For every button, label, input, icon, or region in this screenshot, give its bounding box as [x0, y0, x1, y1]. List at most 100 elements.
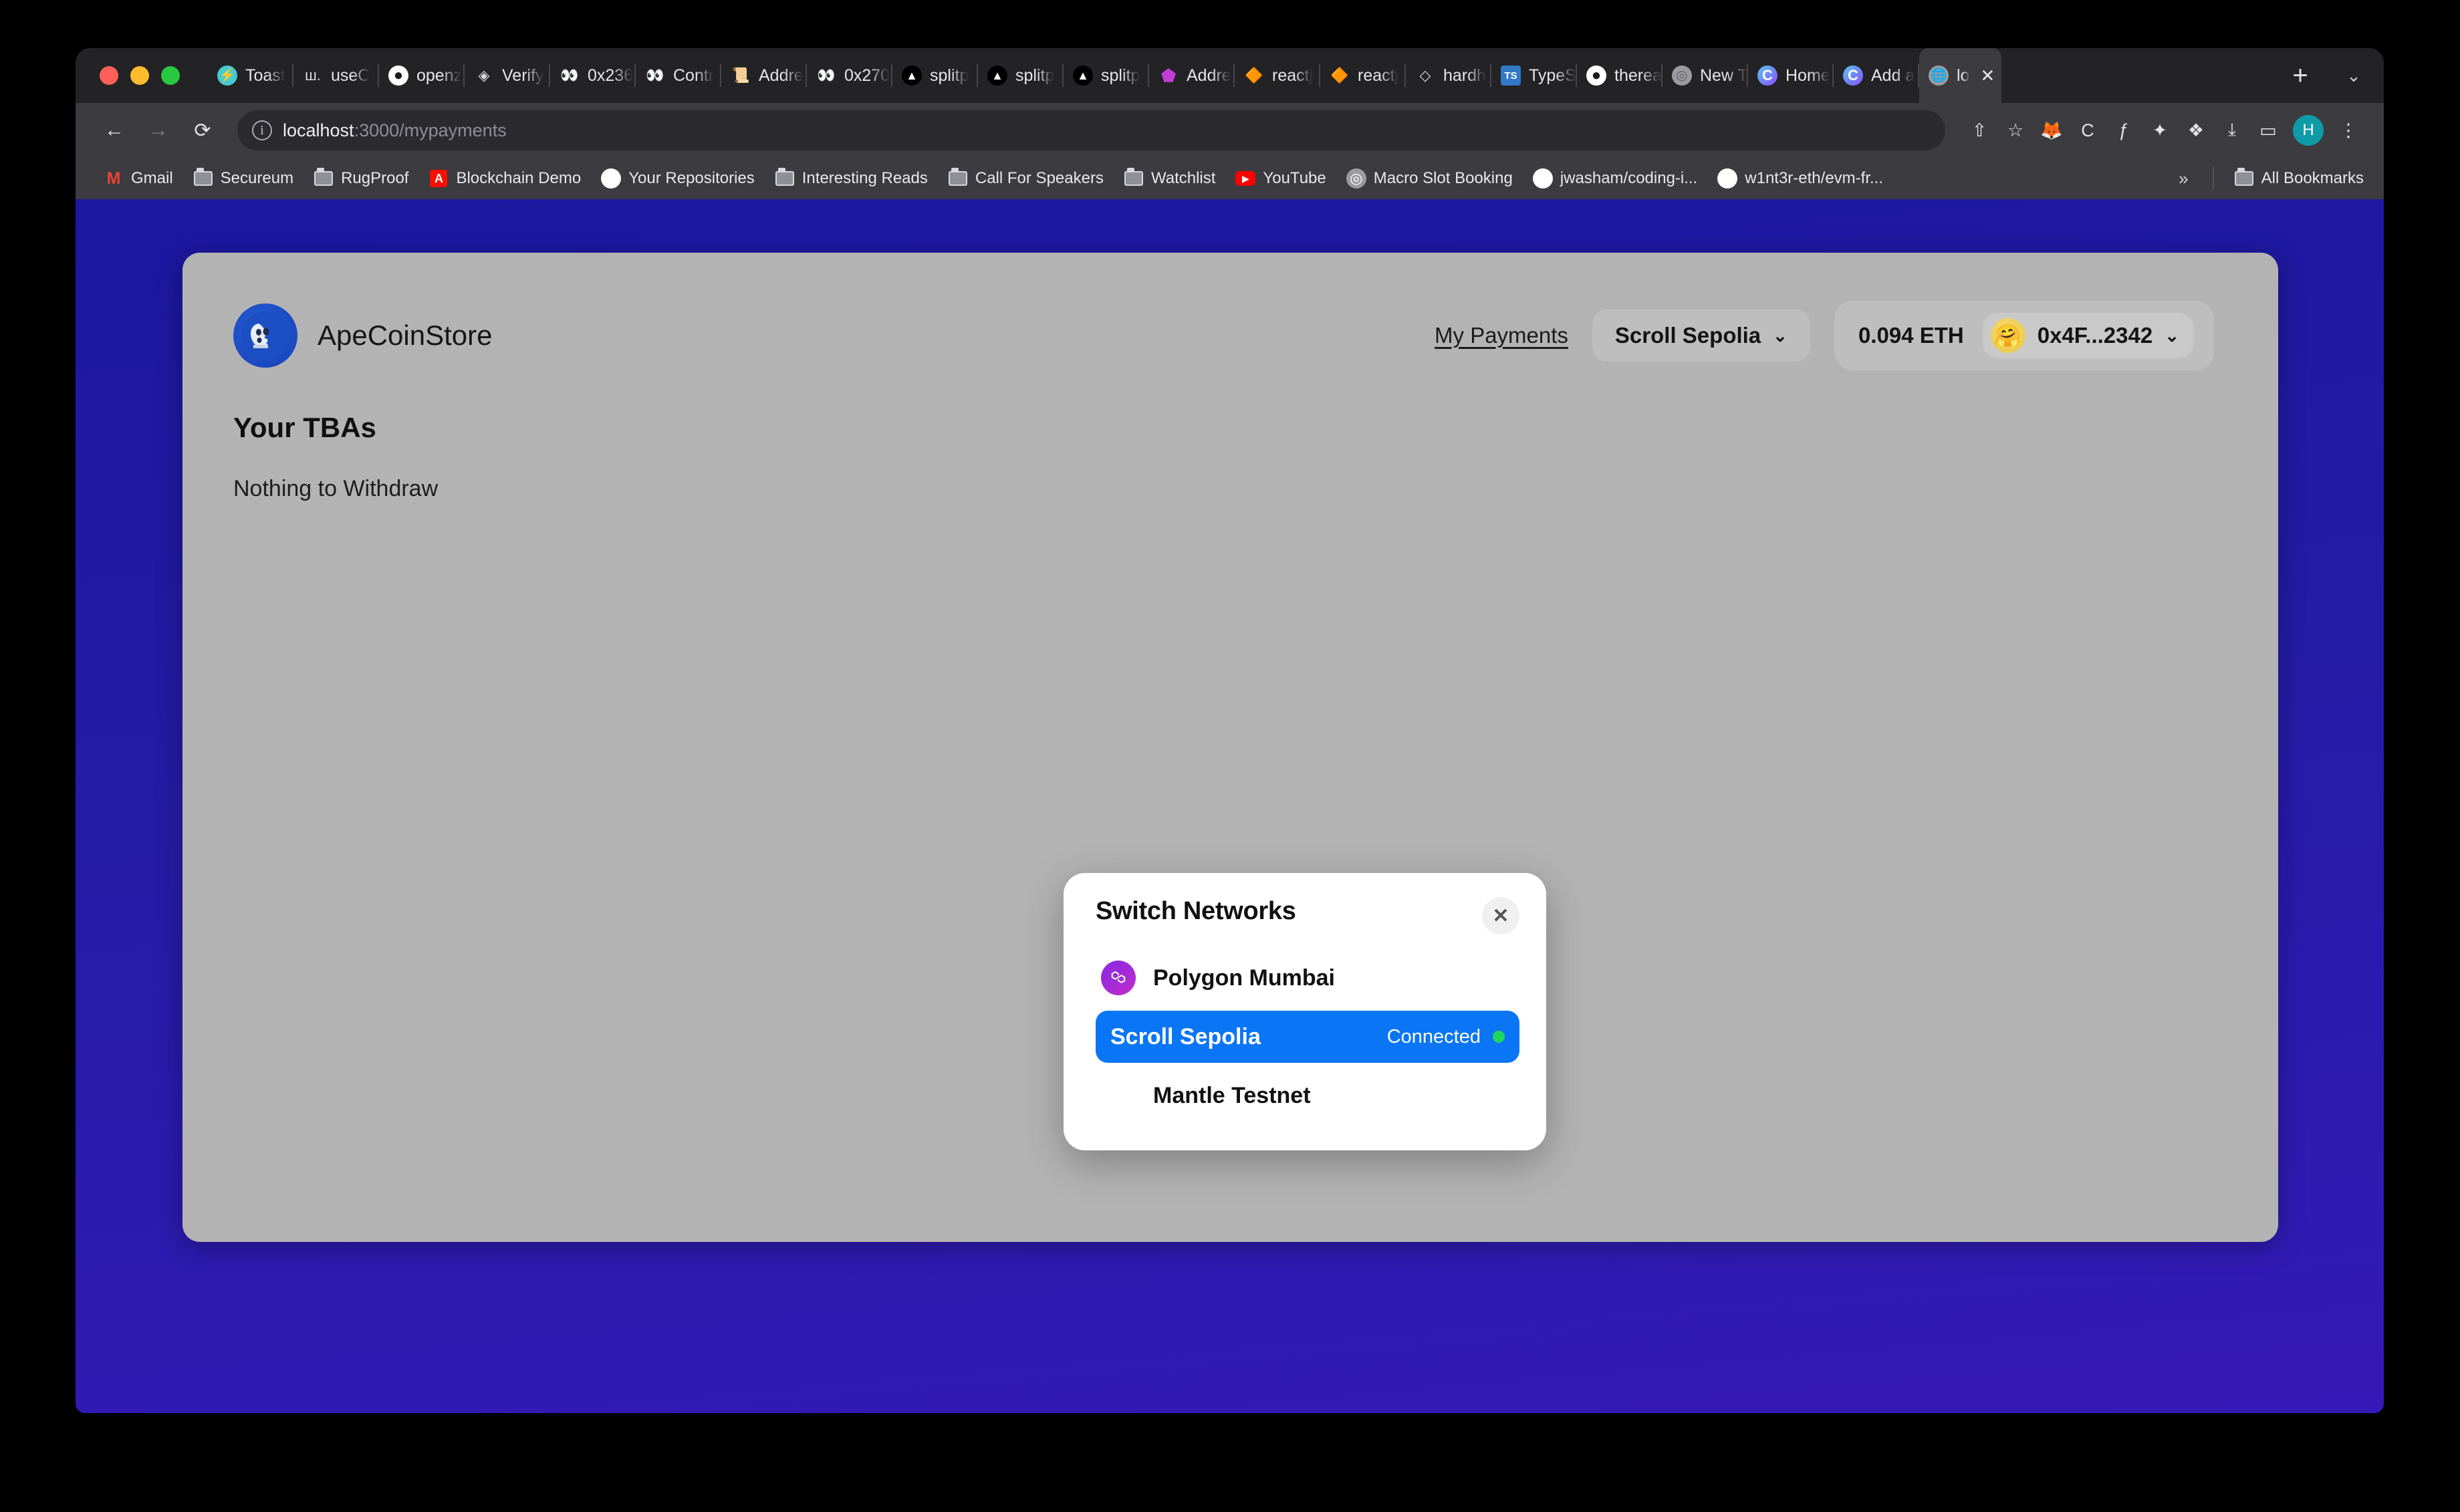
- globe-icon: ◎: [1346, 168, 1366, 188]
- share-icon[interactable]: ⇧: [1961, 112, 1997, 148]
- browser-tab[interactable]: 🔶 reactj: [1320, 48, 1406, 103]
- adobe-icon: A: [428, 168, 449, 188]
- reload-button[interactable]: ⟳: [184, 112, 221, 149]
- tab-title: Contr: [673, 66, 715, 85]
- bookmark-item[interactable]: Call For Speakers: [940, 164, 1112, 193]
- divider: [2212, 167, 2214, 190]
- wallet-button[interactable]: 0.094 ETH 🤗 0x4F...2342 ⌄: [1834, 301, 2214, 370]
- site-info-icon[interactable]: i: [252, 120, 272, 140]
- bookmark-item[interactable]: Secureum: [185, 164, 301, 193]
- browser-tab[interactable]: ▲ splitp: [1064, 48, 1149, 103]
- tab-search-chevron-icon[interactable]: ⌄: [2324, 48, 2384, 103]
- browser-tab[interactable]: ▲ splitp: [978, 48, 1064, 103]
- tab-title: TypeS: [1529, 66, 1576, 85]
- bookmark-item[interactable]: A Blockchain Demo: [420, 164, 589, 193]
- network-icon-placeholder: [1101, 1078, 1136, 1113]
- bookmark-item[interactable]: RugProof: [305, 164, 416, 193]
- bookmark-label: Your Repositories: [628, 169, 755, 187]
- bookmark-label: Interesting Reads: [802, 169, 928, 187]
- forward-button[interactable]: →: [140, 112, 177, 149]
- wallet-balance: 0.094 ETH: [1858, 323, 1964, 348]
- all-bookmarks-button[interactable]: All Bookmarks: [2226, 164, 2372, 193]
- downloads-icon[interactable]: ⤓: [2214, 112, 2250, 148]
- tab-title: therea: [1614, 66, 1662, 85]
- browser-tab[interactable]: 👀 Contr: [636, 48, 721, 103]
- coinbase-wallet-icon[interactable]: C: [2070, 112, 2106, 148]
- new-tab-button[interactable]: +: [2277, 48, 2324, 103]
- tab-title: hardh: [1443, 66, 1486, 85]
- bookmark-item[interactable]: M Gmail: [96, 164, 181, 193]
- close-window-button[interactable]: [100, 66, 118, 85]
- coinbase-icon: C: [1843, 66, 1863, 86]
- scroll-icon: 📜: [731, 67, 750, 84]
- blockscout-icon: 👀: [817, 67, 836, 84]
- metamask-icon[interactable]: 🦊: [2034, 112, 2070, 148]
- browser-tab[interactable]: 🌐 lo ✕: [1919, 48, 2002, 103]
- browser-tab[interactable]: 👀 0x236: [550, 48, 636, 103]
- folder-icon: [1124, 168, 1144, 188]
- bookmark-item[interactable]: ● Your Repositories: [593, 164, 763, 193]
- close-tab-icon[interactable]: ✕: [1980, 66, 1995, 86]
- back-button[interactable]: ←: [96, 112, 133, 149]
- my-payments-link[interactable]: My Payments: [1435, 323, 1568, 348]
- header-actions: My Payments Scroll Sepolia ⌄ 0.094 ETH 🤗…: [1435, 301, 2214, 370]
- tab-title: Verify: [502, 66, 544, 85]
- minimize-window-button[interactable]: [130, 66, 149, 85]
- browser-tab[interactable]: ◇ hardh: [1406, 48, 1491, 103]
- browser-tab[interactable]: ⚡ Toast: [208, 48, 293, 103]
- tab-title: 0x270: [844, 66, 890, 85]
- status-label: Connected: [1386, 1025, 1481, 1047]
- hardhat-icon: ◇: [1419, 67, 1431, 84]
- profile-avatar[interactable]: H: [2293, 115, 2324, 146]
- browser-tab[interactable]: 📜 Addre: [721, 48, 807, 103]
- empty-state-message: Nothing to Withdraw: [233, 476, 439, 501]
- network-option[interactable]: Polygon Mumbai: [1096, 952, 1519, 1004]
- chrome-menu-icon[interactable]: ⋮: [2330, 112, 2366, 148]
- browser-tab[interactable]: TS TypeS: [1491, 48, 1577, 103]
- brand[interactable]: ApeCoinStore: [233, 303, 493, 368]
- status-badge: Connected: [1387, 1026, 1505, 1048]
- extensions-puzzle-icon[interactable]: ❖: [2178, 112, 2214, 148]
- bookmark-item[interactable]: Watchlist: [1116, 164, 1223, 193]
- close-icon[interactable]: ✕: [1482, 897, 1519, 934]
- browser-tab[interactable]: ◎ New T: [1663, 48, 1748, 103]
- browser-toolbar: ← → ⟳ i localhost:3000/mypayments ⇧ ☆ 🦊 Cƒ ✦…: [76, 103, 2384, 158]
- connected-dot-icon: [1493, 1031, 1505, 1043]
- browser-tab[interactable]: 👀 0x270: [807, 48, 892, 103]
- tab-title: Addre: [1187, 66, 1231, 85]
- side-panel-icon[interactable]: ▭: [2250, 112, 2286, 148]
- network-option[interactable]: Mantle Testnet: [1096, 1069, 1519, 1122]
- bookmark-item[interactable]: ◎ Macro Slot Booking: [1338, 164, 1521, 193]
- tab-title: Addre: [759, 66, 804, 85]
- browser-tab[interactable]: ▲ splitp: [892, 48, 978, 103]
- browser-tab[interactable]: 🔶 reactj: [1235, 48, 1320, 103]
- bookmark-label: jwasham/coding-i...: [1560, 169, 1698, 187]
- fonts-icon[interactable]: ƒ: [2106, 112, 2142, 148]
- network-name: Scroll Sepolia: [1110, 1023, 1261, 1049]
- tab-list: ⚡ Toast ш. useC ● openz ◈ Verify 👀 0x236 👀 Contr 📜 Ad…: [208, 48, 2277, 103]
- browser-tab[interactable]: C Home: [1748, 48, 1834, 103]
- bookmark-item[interactable]: ▶ YouTube: [1227, 164, 1334, 193]
- toolbar-icon-group: ⇧ ☆ 🦊 Cƒ ✦ ❖ ⤓ ▭: [1961, 112, 2286, 148]
- network-option[interactable]: Scroll Sepolia Connected: [1096, 1011, 1519, 1063]
- folder-icon: [2234, 168, 2254, 188]
- browser-tab[interactable]: ⬟ Addre: [1149, 48, 1235, 103]
- zoom-window-button[interactable]: [161, 66, 180, 85]
- bookmark-item[interactable]: ● jwasham/coding-i...: [1525, 164, 1705, 193]
- wallet-address-chip[interactable]: 🤗 0x4F...2342 ⌄: [1982, 313, 2194, 358]
- bookmarks-overflow-icon[interactable]: »: [2167, 168, 2200, 189]
- browser-tab[interactable]: ш. useC: [293, 48, 379, 103]
- browser-tab[interactable]: ● therea: [1577, 48, 1663, 103]
- bookmarks-bar: M Gmail Secureum RugProof A Blockchain Demo ● Y…: [76, 158, 2384, 199]
- bookmark-star-icon[interactable]: ☆: [1997, 112, 2034, 148]
- browser-tab[interactable]: ● openz: [379, 48, 465, 103]
- network-switcher-button[interactable]: Scroll Sepolia ⌄: [1592, 309, 1810, 362]
- bookmark-item[interactable]: Interesting Reads: [767, 164, 936, 193]
- bookmark-label: Macro Slot Booking: [1373, 169, 1513, 187]
- tab-title: 0x236: [588, 66, 634, 85]
- browser-tab[interactable]: ◈ Verify: [465, 48, 550, 103]
- browser-tab[interactable]: C Add a: [1834, 48, 1919, 103]
- bookmark-item[interactable]: ● w1nt3r-eth/evm-fr...: [1709, 164, 1891, 193]
- address-bar[interactable]: i localhost:3000/mypayments: [237, 110, 1945, 150]
- ai-extension-icon[interactable]: ✦: [2142, 112, 2178, 148]
